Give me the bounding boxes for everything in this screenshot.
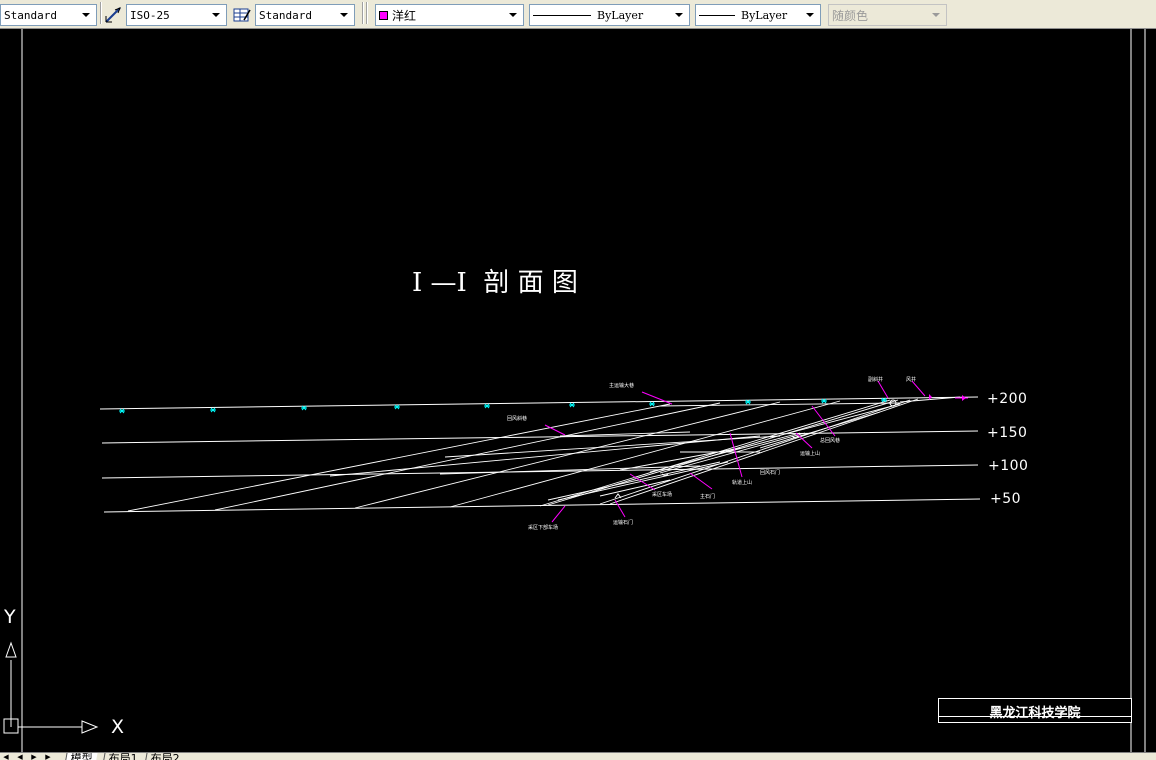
elevation-label-50: +50 (990, 491, 1022, 507)
dimension-style-icon[interactable] (104, 6, 124, 24)
annotation-district-yard: 采区车场 (652, 492, 673, 498)
chevron-down-icon[interactable] (505, 7, 521, 23)
tab-layout2[interactable]: 布局2 (144, 752, 186, 760)
color-swatch (379, 10, 388, 20)
color-select[interactable]: 洋红 (375, 4, 524, 26)
elevation-label-100: +100 (988, 458, 1029, 474)
next-tab-button[interactable]: ▶ (28, 753, 40, 760)
dimension-style-value: ISO-25 (130, 8, 170, 22)
chevron-down-icon (928, 7, 944, 23)
toolbar-separator (366, 2, 368, 24)
school-name: 黑龙江科技学院 (989, 706, 1081, 721)
tab-layout1-label: 布局1 (108, 752, 138, 760)
cad-drawing (3, 29, 1146, 752)
prev-tab-button[interactable]: ◀ (14, 753, 26, 760)
annotation-lower-yard: 采区下部车场 (528, 525, 559, 531)
elevation-label-150: +150 (987, 425, 1028, 441)
annotation-return-airway: 总回风巷 (820, 438, 841, 444)
ucs-y-label: Y (4, 606, 16, 628)
linetype-select[interactable]: ByLayer (529, 4, 690, 26)
table-style-select[interactable]: Standard (255, 4, 355, 26)
annotation-shaft: 风井 (906, 377, 917, 383)
table-style-icon[interactable] (232, 6, 252, 24)
annotation-main-haulage: 主运输大巷 (609, 383, 635, 389)
first-tab-button[interactable]: ◀ (0, 753, 12, 760)
linetype-value: ByLayer (597, 8, 644, 22)
annotation-main-crosscut: 主石门 (700, 494, 716, 500)
toolbar-separator (362, 2, 364, 24)
title-block-rule (939, 716, 1131, 717)
linetype-preview (533, 14, 591, 16)
tab-model[interactable]: 模型 (64, 752, 99, 760)
drawing-canvas[interactable]: Ⅰ —Ⅰ 剖 面 图 +200 +150 +100 +50 主运输大巷 副斜井 … (0, 29, 1156, 752)
plot-style-select: 随颜色 (828, 4, 947, 26)
annotation-haulage-crosscut: 运输石门 (613, 520, 634, 526)
plot-style-value: 随颜色 (832, 8, 869, 23)
annotation-track-uphill: 轨道上山 (732, 480, 753, 486)
annotation-return-crosscut: 回风石门 (760, 470, 781, 476)
chevron-down-icon[interactable] (802, 7, 818, 23)
lineweight-value: ByLayer (741, 8, 788, 22)
lineweight-preview (699, 14, 735, 16)
ucs-x-label: X (111, 716, 125, 738)
annotation-haulage-uphill: 运输上山 (800, 451, 821, 457)
title-block: 黑龙江科技学院 (938, 698, 1132, 723)
annotation-auxiliary-incline: 副斜井 (868, 377, 884, 383)
elevation-label-200: +200 (987, 391, 1028, 407)
inclined-roadways (127, 396, 961, 512)
dimension-style-select[interactable]: ISO-25 (126, 4, 227, 26)
color-value: 洋红 (392, 8, 417, 23)
level-line-100 (101, 464, 979, 479)
drawing-title: Ⅰ —Ⅰ 剖 面 图 (412, 268, 578, 298)
level-line-200 (99, 396, 979, 410)
text-style-select[interactable]: Standard (0, 4, 97, 26)
tab-layout2-label: 布局2 (150, 752, 180, 760)
tab-layout1[interactable]: 布局1 (102, 752, 144, 760)
text-style-value: Standard (4, 8, 57, 22)
tab-model-label: 模型 (70, 752, 93, 760)
table-style-value: Standard (259, 8, 312, 22)
chevron-down-icon[interactable] (208, 7, 224, 23)
toolbar-separator (100, 2, 102, 24)
chevron-down-icon[interactable] (78, 7, 94, 23)
level-lines (99, 396, 981, 513)
annotation-return-incline: 回风斜巷 (507, 416, 528, 422)
last-tab-button[interactable]: ▶ (42, 753, 54, 760)
chevron-down-icon[interactable] (671, 7, 687, 23)
properties-toolbar: Standard ISO-25 Standard 洋红 ByLayer ByLa… (0, 0, 1156, 29)
ucs-icon (3, 641, 99, 734)
lineweight-select[interactable]: ByLayer (695, 4, 821, 26)
chevron-down-icon[interactable] (336, 7, 352, 23)
layout-tab-bar: ◀ ◀ ▶ ▶ 模型 布局1 布局2 (0, 752, 1156, 760)
